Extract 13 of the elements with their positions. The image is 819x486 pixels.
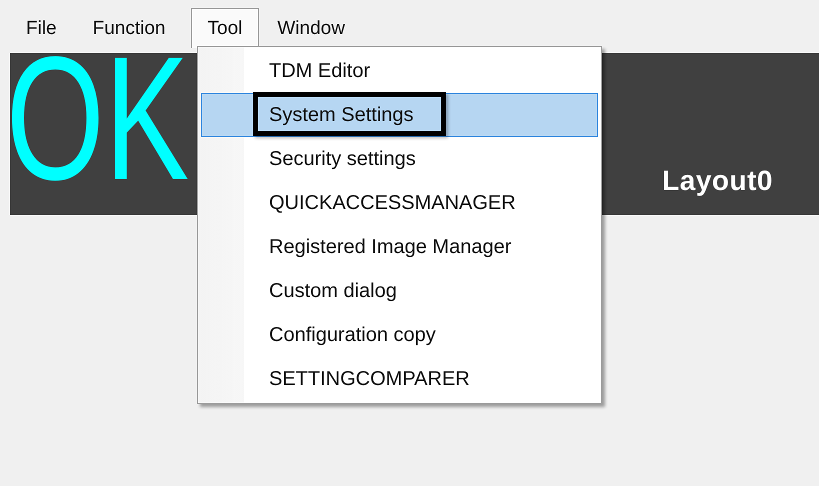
- status-text: OK: [10, 53, 190, 207]
- menu-item[interactable]: Security settings: [201, 137, 598, 181]
- menu-bar-item[interactable]: Window: [259, 8, 363, 48]
- menu-item[interactable]: QUICKACCESSMANAGER: [201, 181, 598, 225]
- menu-item[interactable]: TDM Editor: [201, 49, 598, 93]
- menu-bar-item[interactable]: Tool: [190, 8, 260, 48]
- menu-item[interactable]: Registered Image Manager: [201, 225, 598, 269]
- layout-name: Layout0: [662, 165, 773, 197]
- menu-item[interactable]: SETTINGCOMPARER: [201, 357, 598, 401]
- menu-item[interactable]: Custom dialog: [201, 269, 598, 313]
- menu-item[interactable]: Configuration copy: [201, 313, 598, 357]
- menu-bar-item[interactable]: Function: [74, 8, 184, 48]
- menu-bar-item[interactable]: File: [8, 8, 75, 48]
